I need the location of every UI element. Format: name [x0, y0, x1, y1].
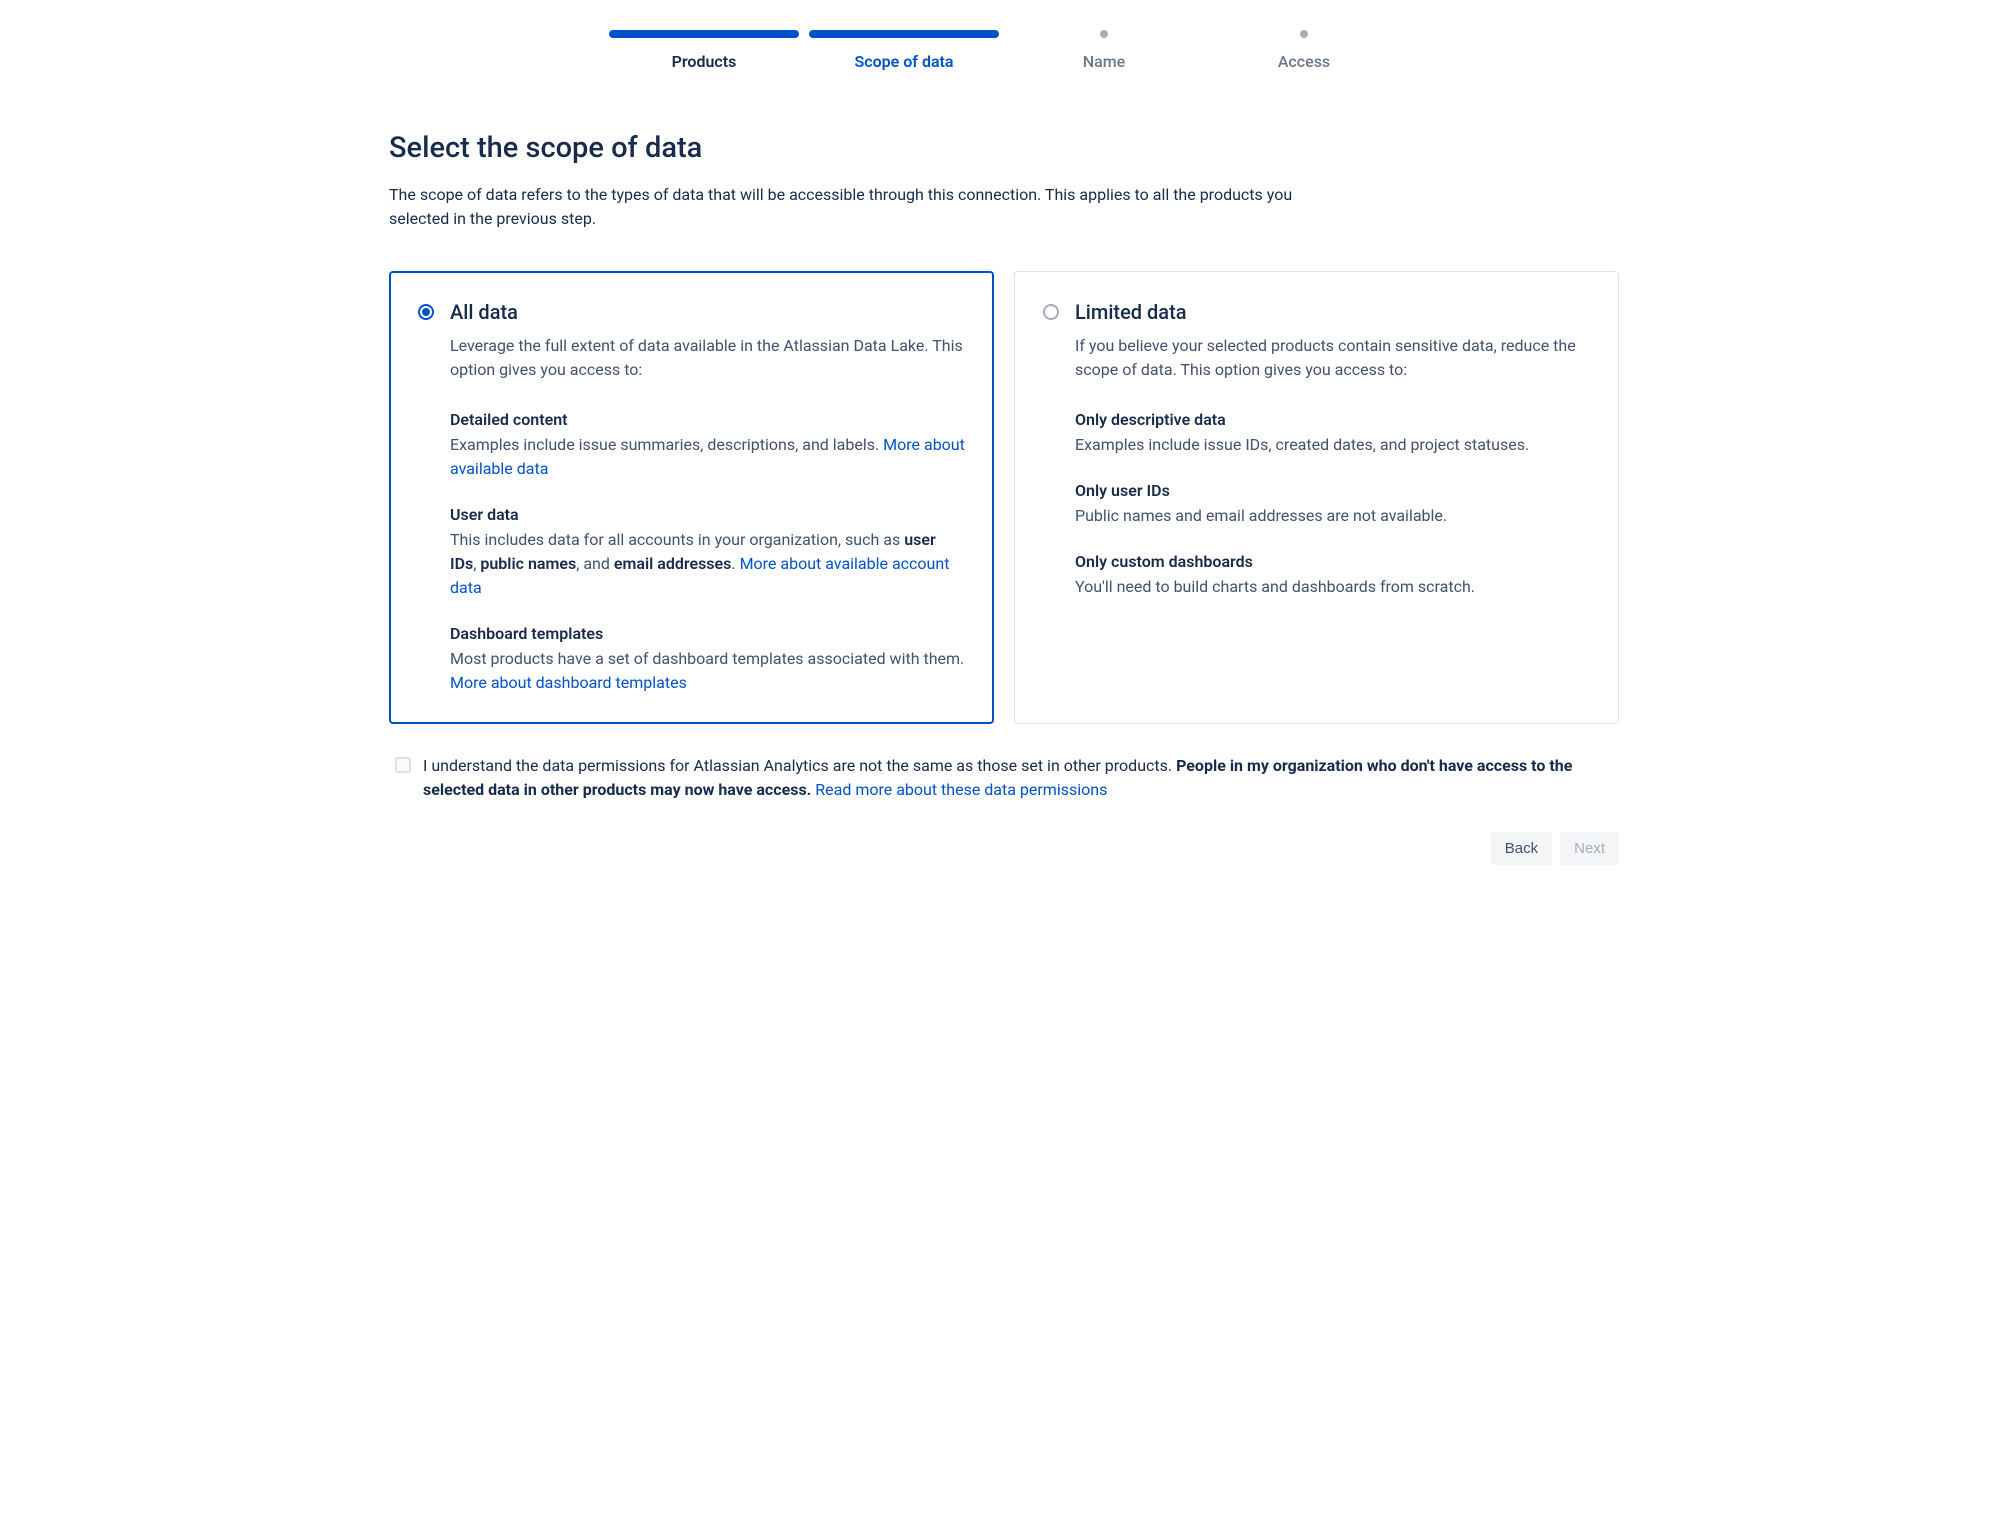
footer-actions: Back Next: [389, 832, 1619, 865]
page-title: Select the scope of data: [389, 131, 1619, 165]
step-label: Name: [1083, 52, 1125, 71]
link-data-permissions[interactable]: Read more about these data permissions: [815, 780, 1107, 799]
step-label: Access: [1278, 52, 1330, 71]
section-body-dashboard-templates: Most products have a set of dashboard te…: [450, 647, 965, 695]
option-title: All data: [450, 300, 965, 324]
next-button[interactable]: Next: [1560, 832, 1619, 865]
section-title-user-data: User data: [450, 505, 965, 524]
step-indicator-upcoming: [1300, 30, 1308, 38]
section-body-custom-dashboards: You'll need to build charts and dashboar…: [1075, 575, 1590, 599]
step-name: Name: [1009, 30, 1199, 71]
page-description: The scope of data refers to the types of…: [389, 183, 1329, 231]
option-lead: If you believe your selected products co…: [1075, 334, 1590, 382]
step-indicator-active: [809, 30, 999, 38]
consent-checkbox[interactable]: [395, 757, 411, 773]
section-body-user-data: This includes data for all accounts in y…: [450, 528, 965, 600]
option-all-data[interactable]: All data Leverage the full extent of dat…: [389, 271, 994, 724]
step-indicator-done: [609, 30, 799, 38]
section-title-detailed: Detailed content: [450, 410, 965, 429]
option-title: Limited data: [1075, 300, 1590, 324]
section-body-user-ids: Public names and email addresses are not…: [1075, 504, 1590, 528]
step-label: Products: [672, 52, 737, 71]
back-button[interactable]: Back: [1491, 832, 1552, 865]
step-indicator-upcoming: [1100, 30, 1108, 38]
section-title-dashboard-templates: Dashboard templates: [450, 624, 965, 643]
section-title-user-ids: Only user IDs: [1075, 481, 1590, 500]
section-body-descriptive: Examples include issue IDs, created date…: [1075, 433, 1590, 457]
stepper: Products Scope of data Name Access: [389, 30, 1619, 71]
scope-options: All data Leverage the full extent of dat…: [389, 271, 1619, 724]
consent-row: I understand the data permissions for At…: [389, 754, 1619, 802]
step-products[interactable]: Products: [609, 30, 799, 71]
radio-selected-icon[interactable]: [418, 304, 434, 320]
step-label: Scope of data: [854, 52, 953, 71]
link-dashboard-templates[interactable]: More about dashboard templates: [450, 673, 687, 692]
option-lead: Leverage the full extent of data availab…: [450, 334, 965, 382]
option-limited-data[interactable]: Limited data If you believe your selecte…: [1014, 271, 1619, 724]
section-title-custom-dashboards: Only custom dashboards: [1075, 552, 1590, 571]
section-body-detailed: Examples include issue summaries, descri…: [450, 433, 965, 481]
step-scope-of-data[interactable]: Scope of data: [809, 30, 999, 71]
consent-text: I understand the data permissions for At…: [423, 754, 1619, 802]
step-access: Access: [1209, 30, 1399, 71]
section-title-descriptive: Only descriptive data: [1075, 410, 1590, 429]
radio-unselected-icon[interactable]: [1043, 304, 1059, 320]
